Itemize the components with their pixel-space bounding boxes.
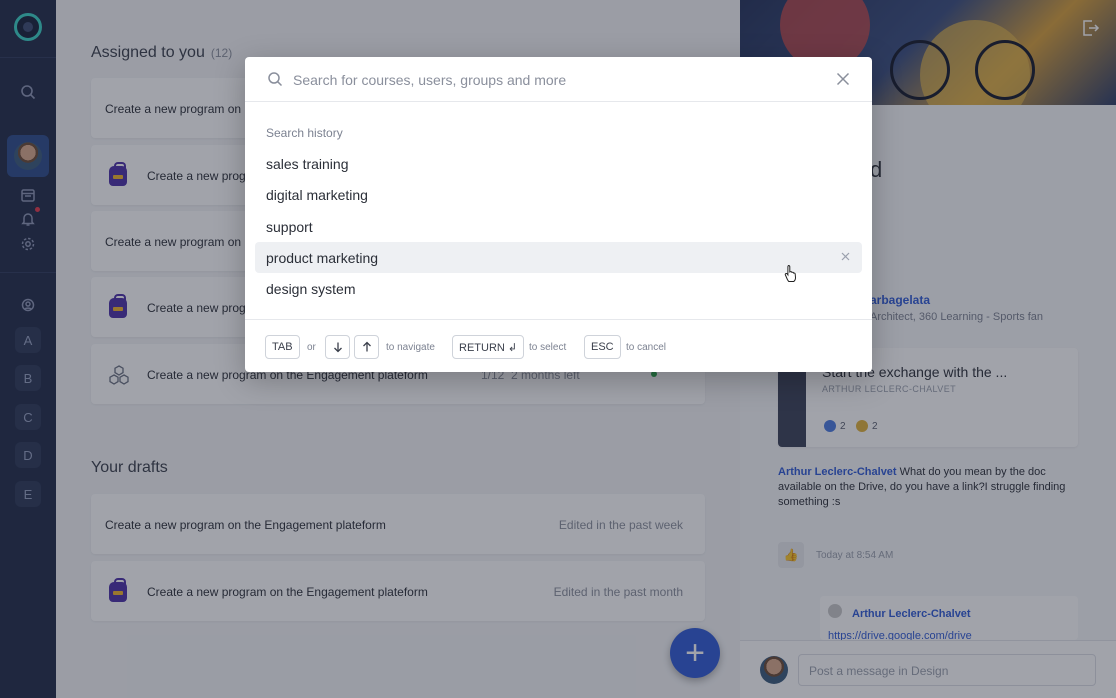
esc-key: ESC <box>584 335 621 359</box>
tab-key: TAB <box>265 335 300 359</box>
search-history-item[interactable]: digital marketing <box>255 179 862 210</box>
close-icon[interactable] <box>836 72 850 86</box>
search-history-item[interactable]: product marketing <box>255 242 862 273</box>
arrow-up-icon <box>354 335 379 359</box>
search-icon <box>267 71 283 87</box>
history-item-label: sales training <box>266 156 349 172</box>
history-item-label: design system <box>266 281 356 297</box>
return-key: RETURN ↲ <box>452 335 525 359</box>
history-item-label: product marketing <box>266 250 379 266</box>
history-item-label: digital marketing <box>266 187 368 203</box>
or-text: or <box>307 342 316 353</box>
navigate-hint: to navigate <box>386 342 435 353</box>
arrow-down-icon <box>325 335 350 359</box>
keyboard-hints: TAB or to navigate RETURN ↲ to select ES… <box>245 319 872 372</box>
search-bar <box>245 57 872 102</box>
search-modal: Search history sales training digital ma… <box>245 57 872 372</box>
remove-history-icon[interactable] <box>841 252 850 261</box>
search-history-item[interactable]: design system <box>255 273 862 304</box>
search-history-item[interactable]: support <box>255 211 862 242</box>
hand-cursor-icon <box>784 264 798 282</box>
search-input[interactable] <box>293 67 813 93</box>
history-item-label: support <box>266 219 313 235</box>
cancel-hint: to cancel <box>626 342 667 353</box>
search-history-item[interactable]: sales training <box>255 148 862 179</box>
search-history-label: Search history <box>266 126 343 140</box>
select-hint: to select <box>529 342 567 353</box>
